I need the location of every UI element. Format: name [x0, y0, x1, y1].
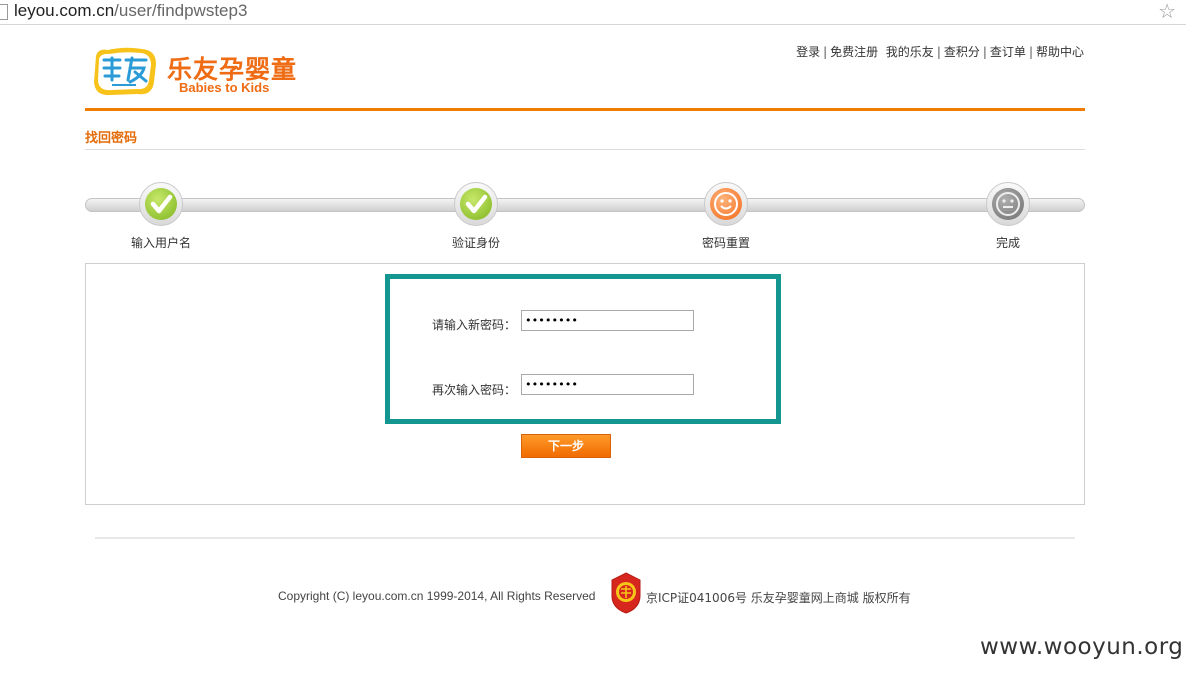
confirm-password-label: 再次输入密码：	[431, 383, 516, 397]
new-password-label: 请输入新密码：	[431, 318, 516, 332]
step-verify-identity: 验证身份	[416, 182, 536, 251]
step-enter-username: 输入用户名	[101, 182, 221, 251]
copyright-text: Copyright (C) leyou.com.cn 1999-2014, Al…	[278, 589, 596, 603]
page-icon	[0, 4, 8, 20]
leyou-logo[interactable]	[90, 46, 160, 98]
brand-name-en: Babies to Kids	[179, 80, 270, 95]
smiley-icon	[992, 188, 1024, 220]
footer-divider	[95, 537, 1075, 539]
step-label: 验证身份	[451, 236, 500, 250]
step-label: 完成	[995, 236, 1020, 250]
url-host: leyou.com.cn	[14, 1, 115, 20]
new-password-field[interactable]: ••••••••	[521, 310, 694, 331]
highlight-frame	[385, 274, 781, 424]
step-label: 输入用户名	[130, 236, 191, 250]
step-complete: 完成	[948, 182, 1068, 251]
progress-track	[85, 198, 1085, 212]
browser-address-bar[interactable]: leyou.com.cn/user/findpwstep3 ☆	[0, 0, 1186, 25]
title-divider	[85, 149, 1085, 150]
page-title: 找回密码	[85, 131, 138, 146]
confirm-password-field[interactable]: ••••••••	[521, 374, 694, 395]
header-divider	[85, 108, 1085, 111]
watermark-text: www.wooyun.org	[980, 634, 1184, 660]
step-label: 密码重置	[701, 236, 750, 250]
nav-register[interactable]: 免费注册	[830, 45, 878, 59]
icp-license-text[interactable]: 京ICP证041006号 乐友孕婴童网上商城 版权所有	[646, 589, 911, 606]
smiley-icon	[710, 188, 742, 220]
nav-orders[interactable]: 查订单	[990, 45, 1026, 59]
nav-points[interactable]: 查积分	[944, 45, 980, 59]
nav-help[interactable]: 帮助中心	[1036, 45, 1084, 59]
check-icon	[460, 188, 492, 220]
police-badge-icon[interactable]	[609, 572, 643, 614]
nav-login[interactable]: 登录	[796, 45, 820, 59]
nav-my-leyou[interactable]: 我的乐友	[886, 45, 934, 59]
url-path: /user/findpwstep3	[114, 1, 248, 20]
step-reset-password: 密码重置	[666, 182, 786, 251]
star-icon[interactable]: ☆	[1158, 0, 1176, 22]
next-step-button[interactable]: 下一步	[521, 434, 611, 458]
top-nav: 登录 | 免费注册 我的乐友 | 查积分 | 查订单 | 帮助中心	[796, 45, 1084, 59]
check-icon	[145, 188, 177, 220]
url-text[interactable]: leyou.com.cn/user/findpwstep3	[14, 1, 247, 21]
